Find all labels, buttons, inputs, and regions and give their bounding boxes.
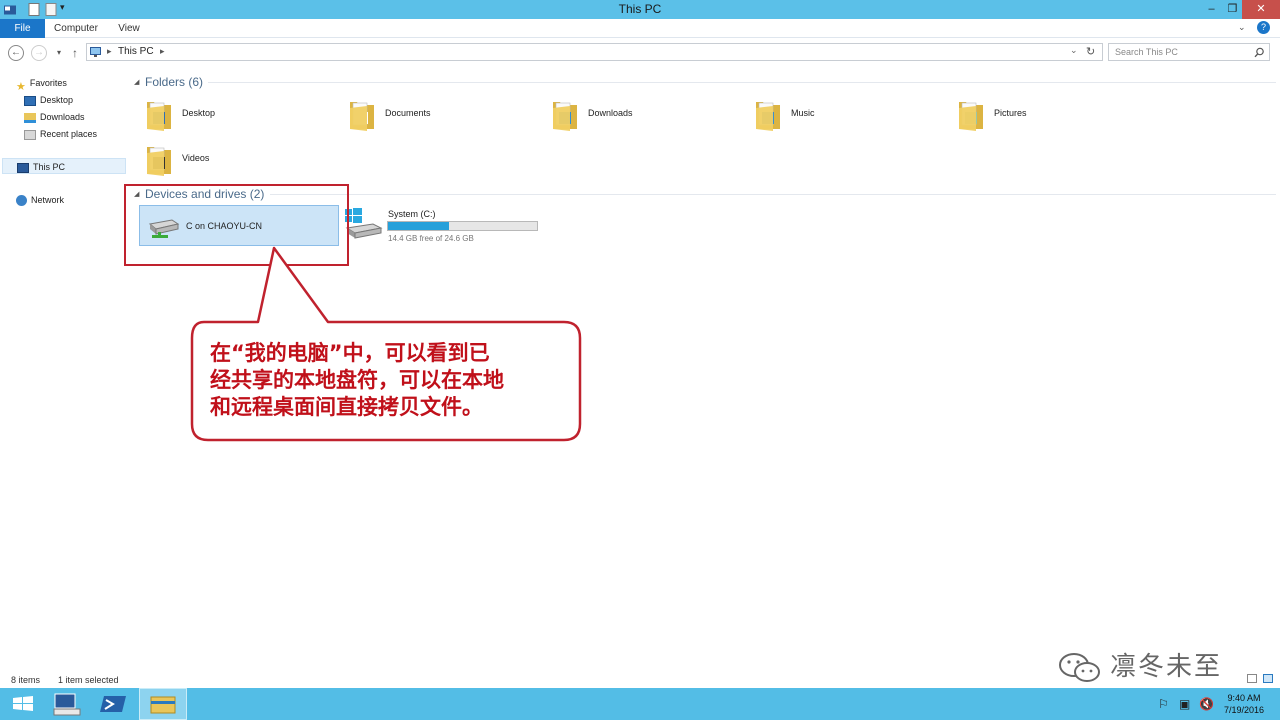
this-pc-icon [90, 47, 101, 57]
nav-item-downloads[interactable]: Downloads [24, 109, 85, 125]
tab-file[interactable]: File [0, 19, 45, 38]
status-selected: 1 item selected [58, 675, 119, 685]
system-drive-label[interactable]: System (C:) [388, 209, 436, 219]
watermark: 凛冬未至 [1058, 646, 1222, 685]
nav-favorites[interactable]: ★ Favorites [16, 75, 67, 93]
folders-divider [208, 82, 1276, 83]
folder-downloads-icon [553, 102, 577, 131]
back-button[interactable]: ← [8, 45, 24, 61]
nav-item-recent-places-label: Recent places [40, 129, 98, 139]
folder-documents-icon [350, 102, 374, 131]
folder-label: Pictures [994, 108, 1027, 118]
address-separator-2[interactable]: ▸ [160, 46, 165, 57]
tab-computer[interactable]: Computer [50, 19, 102, 38]
title-bar: ▾ This PC ‒ ❐ ✕ [0, 0, 1280, 19]
callout-line-2: 经共享的本地盘符，可以在本地 [210, 368, 504, 392]
powershell-icon[interactable] [92, 688, 138, 720]
window-title: This PC [618, 2, 662, 16]
network-icon [16, 195, 27, 207]
help-icon[interactable]: ? [1257, 21, 1270, 34]
folder-tile-pictures[interactable]: Pictures [954, 94, 1144, 134]
folder-tile-videos[interactable]: Videos [142, 139, 332, 179]
nav-item-network[interactable]: Network [16, 192, 64, 208]
clock[interactable]: 9:40 AM 7/19/2016 [1218, 692, 1270, 716]
ribbon-expand-icon[interactable]: ⌄ [1238, 22, 1246, 33]
nav-item-recent-places[interactable]: Recent places [24, 126, 97, 142]
downloads-icon [24, 112, 36, 123]
recent-places-icon [24, 129, 36, 140]
folder-tile-music[interactable]: Music [751, 94, 941, 134]
refresh-icon[interactable]: ↻ [1086, 45, 1095, 58]
folder-music-icon [756, 102, 780, 131]
folder-label: Documents [385, 108, 431, 118]
nav-item-this-pc-label: This PC [33, 162, 66, 172]
folder-desktop-icon [147, 102, 171, 131]
address-bar[interactable]: ▸ This PC ▸ ⌄ ↻ [86, 43, 1103, 61]
drives-divider [270, 194, 1276, 195]
folders-header[interactable]: Folders (6) [145, 75, 203, 89]
action-center-icon[interactable]: ⚐ [1158, 697, 1169, 711]
nav-item-desktop[interactable]: Desktop [24, 92, 73, 108]
nav-item-downloads-label: Downloads [40, 112, 85, 122]
watermark-text: 凛冬未至 [1110, 652, 1223, 682]
callout-line-3: 和远程桌面间直接拷贝文件。 [210, 395, 483, 419]
large-icons-view-icon[interactable] [1263, 674, 1273, 683]
ribbon-tabs: File Computer View ⌄ ? [0, 19, 1280, 38]
navigation-pane: ★ Favorites Desktop Downloads Recent plac… [0, 72, 128, 672]
search-placeholder: Search This PC [1115, 47, 1178, 57]
callout-text: 在“我的电脑”中，可以看到已 经共享的本地盘符，可以在本地 和远程桌面间直接拷贝… [210, 340, 560, 421]
folder-tile-downloads[interactable]: Downloads [548, 94, 738, 134]
folder-label: Videos [182, 153, 210, 163]
close-button[interactable]: ✕ [1242, 0, 1280, 19]
up-button[interactable]: ↑ [67, 45, 83, 61]
details-view-icon[interactable] [1247, 674, 1257, 683]
volume-icon[interactable]: 🔇 [1199, 697, 1214, 711]
nav-item-desktop-label: Desktop [40, 95, 74, 105]
folder-label: Desktop [182, 108, 216, 118]
address-separator: ▸ [107, 46, 112, 56]
folder-label: Downloads [588, 108, 633, 118]
this-pc-nav-icon [17, 162, 29, 173]
nav-item-this-pc[interactable]: This PC [2, 158, 126, 174]
clock-date: 7/19/2016 [1223, 705, 1265, 715]
wechat-icon [1059, 652, 1100, 682]
search-icon[interactable] [1254, 47, 1265, 58]
forward-button[interactable]: → [31, 45, 47, 61]
star-icon: ★ [16, 80, 26, 93]
address-segment-this-pc[interactable]: This PC [118, 46, 154, 57]
folder-tile-desktop[interactable]: Desktop [142, 94, 332, 134]
taskbar: ⚐ ▣ 🔇 9:40 AM 7/19/2016 [0, 688, 1280, 720]
folder-pictures-icon [959, 102, 983, 131]
network-tray-icon[interactable]: ▣ [1179, 697, 1190, 711]
system-drive-usage-fill [388, 222, 450, 230]
file-explorer-taskbar-button[interactable] [139, 688, 187, 720]
nav-favorites-label: Favorites [29, 78, 67, 88]
file-explorer-icon [150, 696, 176, 714]
folder-label: Music [791, 108, 815, 118]
status-item-count: 8 items [11, 675, 41, 685]
folder-videos-icon [147, 147, 171, 176]
desktop-icon [24, 95, 36, 106]
callout-line-1: 在“我的电脑”中，可以看到已 [210, 341, 490, 365]
tab-view[interactable]: View [112, 19, 146, 38]
recent-locations-icon[interactable]: ▾ [51, 45, 67, 61]
folder-tile-documents[interactable]: Documents [345, 94, 535, 134]
server-manager-icon[interactable] [44, 688, 90, 720]
system-drive-usage-bar [387, 221, 538, 231]
search-input[interactable]: Search This PC [1108, 43, 1270, 61]
clock-time: 9:40 AM [1227, 693, 1261, 703]
folders-collapse-icon[interactable]: ◢ [134, 78, 139, 86]
start-icon[interactable] [0, 688, 46, 720]
nav-item-network-label: Network [31, 195, 65, 205]
address-history-icon[interactable]: ⌄ [1070, 45, 1078, 56]
